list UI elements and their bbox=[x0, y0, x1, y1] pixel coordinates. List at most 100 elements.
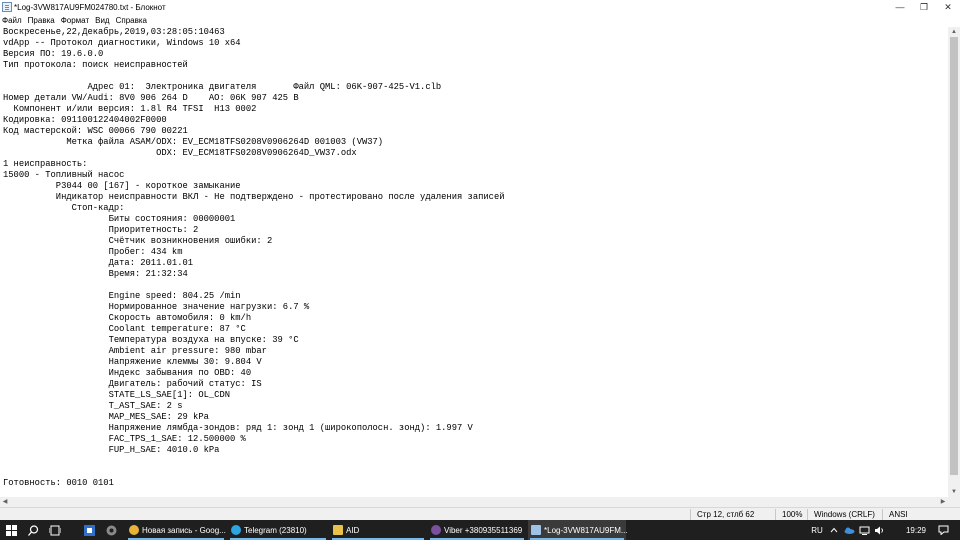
text-line: 15000 - Топливный насос bbox=[3, 170, 125, 180]
text-line: 1 неисправность: bbox=[3, 159, 88, 169]
text-line: T_AST_SAE: 2 s bbox=[3, 401, 183, 411]
taskbar-app-label: Telegram (23810) bbox=[244, 525, 307, 535]
text-line: Coolant temperature: 87 °C bbox=[3, 324, 246, 334]
clock[interactable]: 19:29 bbox=[902, 523, 930, 537]
taskbar-app-chrome[interactable]: Новая запись - Goog... bbox=[126, 520, 226, 540]
title-bar[interactable]: *Log-3VW817AU9FM024780.txt - Блокнот — ❐… bbox=[0, 0, 960, 14]
viber-icon bbox=[431, 525, 441, 535]
menu-view[interactable]: Вид bbox=[95, 16, 109, 25]
minimize-button[interactable]: — bbox=[888, 0, 912, 14]
encoding: ANSI bbox=[889, 510, 908, 519]
folder-icon bbox=[333, 525, 343, 535]
taskbar-app-notepad[interactable]: *Log-3VW817AU9FM... bbox=[528, 520, 628, 540]
text-line: Нормированное значение нагрузки: 6.7 % bbox=[3, 302, 310, 312]
input-language[interactable]: RU bbox=[810, 523, 824, 537]
text-line: Компонент и/или версия: 1.8l R4 TFSI H13… bbox=[3, 104, 257, 114]
text-line: Приоритетность: 2 bbox=[3, 225, 199, 235]
text-line: Напряжение лямбда-зондов: ряд 1: зонд 1 … bbox=[3, 423, 473, 433]
text-line: Engine speed: 804.25 /min bbox=[3, 291, 241, 301]
status-separator bbox=[807, 509, 808, 520]
taskbar: Новая запись - Goog... Telegram (23810) … bbox=[0, 520, 960, 540]
taskbar-app-telegram[interactable]: Telegram (23810) bbox=[228, 520, 328, 540]
text-line: ODX: EV_ECM18TFS0208V0906264D_VW37.odx bbox=[3, 148, 357, 158]
menu-file[interactable]: Файл bbox=[2, 16, 22, 25]
chevron-up-icon[interactable] bbox=[828, 523, 840, 537]
text-line: P3044 00 [167] - короткое замыкание bbox=[3, 181, 241, 191]
window-title: *Log-3VW817AU9FM024780.txt - Блокнот bbox=[14, 2, 166, 12]
text-line: Температура воздуха на впуске: 39 °C bbox=[3, 335, 299, 345]
text-editor[interactable]: Воскресенье,22,Декабрь,2019,03:28:05:104… bbox=[0, 27, 948, 497]
status-bar: Стр 12, стлб 62 100% Windows (CRLF) ANSI bbox=[0, 507, 960, 520]
text-line: Пробег: 434 km bbox=[3, 247, 183, 257]
text-line bbox=[3, 71, 505, 82]
text-line: Метка файла ASAM/ODX: EV_ECM18TFS0208V09… bbox=[3, 137, 384, 147]
text-line: FAC_TPS_1_SAE: 12.500000 % bbox=[3, 434, 246, 444]
task-view-icon[interactable] bbox=[48, 523, 62, 537]
onedrive-icon[interactable] bbox=[843, 523, 855, 537]
taskbar-app-label: Новая запись - Goog... bbox=[142, 525, 226, 535]
status-separator bbox=[690, 509, 691, 520]
telegram-icon bbox=[231, 525, 241, 535]
text-line: Напряжение клеммы 30: 9.804 V bbox=[3, 357, 262, 367]
zoom-level: 100% bbox=[782, 510, 803, 519]
chrome-icon bbox=[129, 525, 139, 535]
close-button[interactable]: ✕ bbox=[936, 0, 960, 14]
text-line bbox=[3, 467, 505, 478]
cursor-position: Стр 12, стлб 62 bbox=[697, 510, 755, 519]
text-line: Дата: 2011.01.01 bbox=[3, 258, 194, 268]
taskbar-app-viber[interactable]: Viber +380935511369 bbox=[428, 520, 526, 540]
scroll-down-icon[interactable]: ▼ bbox=[948, 487, 960, 497]
text-line: Двигатель: рабочий статус: IS bbox=[3, 379, 262, 389]
vertical-scroll-thumb[interactable] bbox=[950, 37, 958, 475]
scroll-right-icon[interactable]: ▶ bbox=[938, 497, 948, 507]
menu-edit[interactable]: Правка bbox=[28, 16, 55, 25]
pinned-app-icon[interactable] bbox=[82, 523, 96, 537]
text-line: Ambient air pressure: 980 mbar bbox=[3, 346, 267, 356]
horizontal-scrollbar[interactable]: ◀ ▶ bbox=[0, 497, 960, 507]
text-line: Скорость автомобиля: 0 km/h bbox=[3, 313, 252, 323]
scrollbar-corner bbox=[948, 497, 960, 507]
status-separator bbox=[882, 509, 883, 520]
text-line: Биты состояния: 00000001 bbox=[3, 214, 236, 224]
menu-bar: Файл Правка Формат Вид Справка bbox=[0, 14, 960, 26]
text-line: Адрес 01: Электроника двигателя Файл QML… bbox=[3, 82, 442, 92]
taskbar-app-label: Viber +380935511369 bbox=[444, 525, 523, 535]
text-line bbox=[3, 456, 505, 467]
text-line: MAP_MES_SAE: 29 kPa bbox=[3, 412, 209, 422]
taskbar-app-label: AID bbox=[346, 525, 360, 535]
status-separator bbox=[775, 509, 776, 520]
text-line bbox=[3, 280, 505, 291]
text-line: Индикатор неисправности ВКЛ - Не подтвер… bbox=[3, 192, 505, 202]
text-line: Код мастерской: WSC 00066 790 00221 bbox=[3, 126, 188, 136]
scroll-up-icon[interactable]: ▲ bbox=[948, 27, 960, 37]
vertical-scrollbar[interactable]: ▲ ▼ bbox=[948, 27, 960, 497]
network-icon[interactable] bbox=[858, 523, 870, 537]
taskbar-app-aid-folder[interactable]: AID bbox=[330, 520, 426, 540]
text-line: Время: 21:32:34 bbox=[3, 269, 188, 279]
text-line: Тип протокола: поиск неисправностей bbox=[3, 60, 188, 70]
text-line: Кодировка: 091100122404002F0000 bbox=[3, 115, 167, 125]
notepad-icon bbox=[2, 2, 12, 12]
windows-start-icon[interactable] bbox=[4, 523, 18, 537]
text-line: Счётчик возникновения ошибки: 2 bbox=[3, 236, 273, 246]
line-endings: Windows (CRLF) bbox=[814, 510, 875, 519]
text-line: Версия ПО: 19.6.0.0 bbox=[3, 49, 104, 59]
menu-help[interactable]: Справка bbox=[116, 16, 147, 25]
volume-icon[interactable] bbox=[873, 523, 885, 537]
editor-content[interactable]: Воскресенье,22,Декабрь,2019,03:28:05:104… bbox=[3, 27, 505, 489]
text-line: Воскресенье,22,Декабрь,2019,03:28:05:104… bbox=[3, 27, 225, 37]
notifications-icon[interactable] bbox=[936, 523, 950, 537]
text-line: Стоп-кадр: bbox=[3, 203, 125, 213]
menu-format[interactable]: Формат bbox=[61, 16, 89, 25]
notepad-icon bbox=[531, 525, 541, 535]
text-line: Готовность: 0010 0101 bbox=[3, 478, 114, 488]
pinned-app-icon[interactable] bbox=[104, 523, 118, 537]
text-line: vdApp -- Протокол диагностики, Windows 1… bbox=[3, 38, 241, 48]
text-line: FUP_H_SAE: 4010.0 kPa bbox=[3, 445, 220, 455]
maximize-button[interactable]: ❐ bbox=[912, 0, 936, 14]
window-controls: — ❐ ✕ bbox=[888, 0, 960, 14]
text-line: STATE_LS_SAE[1]: OL_CDN bbox=[3, 390, 230, 400]
scroll-left-icon[interactable]: ◀ bbox=[0, 497, 10, 507]
text-line: Индекс забывания по OBD: 40 bbox=[3, 368, 252, 378]
search-icon[interactable] bbox=[26, 523, 40, 537]
